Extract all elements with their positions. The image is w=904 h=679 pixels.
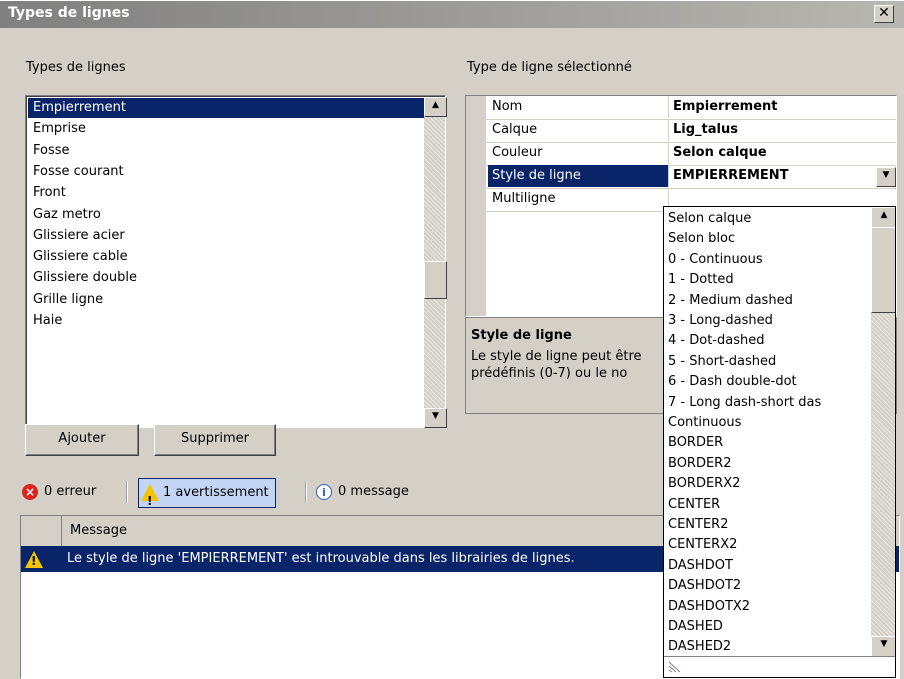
property-row[interactable]: Nom Empierrement	[466, 96, 896, 120]
dropdown-arrow-button[interactable]: ▼	[876, 167, 896, 187]
toolbar-separator	[126, 481, 128, 503]
toolbar-separator	[305, 481, 307, 503]
line-types-label: Types de lignes	[26, 60, 126, 75]
warnings-count: 1 avertissement	[163, 485, 269, 500]
list-item[interactable]: Gaz metro	[28, 205, 425, 225]
info-count: 0 message	[338, 484, 409, 499]
scroll-up-button[interactable]: ▲	[424, 97, 447, 117]
property-name: Style de ligne	[488, 165, 669, 187]
dropdown-scrollbar[interactable]: ▲ ▼	[871, 207, 895, 658]
dropdown-option[interactable]: 3 - Long-dashed	[668, 311, 868, 330]
dropdown-option[interactable]: Selon bloc	[668, 229, 868, 248]
dropdown-option[interactable]: 0 - Continuous	[668, 250, 868, 269]
scroll-down-button[interactable]: ▼	[424, 408, 447, 428]
dropdown-option[interactable]: 4 - Dot-dashed	[668, 331, 868, 350]
description-line-1: Le style de ligne peut être	[471, 349, 642, 364]
dropdown-option[interactable]: DASHDOTX2	[668, 597, 868, 616]
dropdown-option[interactable]: 5 - Short-dashed	[668, 352, 868, 371]
dropdown-option[interactable]: 2 - Medium dashed	[668, 291, 868, 310]
delete-button[interactable]: Supprimer	[154, 424, 276, 456]
scroll-up-button[interactable]: ▲	[871, 207, 895, 229]
property-name: Multiligne	[488, 188, 669, 210]
property-name: Nom	[488, 96, 669, 118]
dropdown-option[interactable]: BORDER	[668, 433, 868, 452]
list-item[interactable]: Glissiere cable	[28, 247, 425, 267]
dropdown-option[interactable]: Continuous	[668, 413, 868, 432]
list-item[interactable]: Emprise	[28, 119, 425, 139]
warning-icon: !	[25, 551, 43, 568]
dropdown-option[interactable]: BORDER2	[668, 454, 868, 473]
line-style-dropdown-list[interactable]: Selon calque Selon bloc 0 - Continuous 1 - …	[663, 206, 896, 678]
dropdown-option[interactable]: DASHED2	[668, 637, 868, 656]
info-filter-button[interactable]: i 0 message	[314, 478, 415, 506]
scroll-thumb[interactable]	[424, 261, 447, 299]
dropdown-option[interactable]: DASHDOT	[668, 556, 868, 575]
description-title: Style de ligne	[471, 328, 572, 343]
list-item[interactable]: Glissiere double	[28, 268, 425, 288]
property-row[interactable]: Style de ligne EMPIERREMENT ▼	[466, 165, 896, 189]
dropdown-option[interactable]: CENTERX2	[668, 535, 868, 554]
dropdown-option[interactable]: CENTER	[668, 495, 868, 514]
scroll-down-button[interactable]: ▼	[871, 636, 895, 658]
warnings-filter-button[interactable]: ! 1 avertissement	[138, 478, 276, 508]
list-item[interactable]: Fosse courant	[28, 162, 425, 182]
close-button[interactable]: ✕	[874, 5, 894, 23]
selected-type-label: Type de ligne sélectionné	[467, 60, 632, 75]
title-bar	[0, 0, 904, 28]
error-icon: ×	[22, 484, 38, 500]
info-icon: i	[316, 484, 332, 500]
dropdown-option[interactable]: DASHDOT2	[668, 576, 868, 595]
list-item[interactable]: Fosse	[28, 141, 425, 161]
property-row[interactable]: Calque Lig_talus	[466, 119, 896, 143]
list-item[interactable]: Grille ligne	[28, 290, 425, 310]
window-title: Types de lignes	[8, 5, 130, 21]
list-item[interactable]: Haie	[28, 311, 425, 331]
line-types-list[interactable]: Empierrement Emprise Fosse Fosse courant Fro…	[25, 95, 447, 428]
dropdown-option[interactable]: 7 - Long dash-short das	[668, 393, 868, 412]
property-row[interactable]: Couleur Selon calque	[466, 142, 896, 166]
list-item[interactable]: Empierrement	[28, 98, 425, 118]
property-value[interactable]: EMPIERREMENT	[670, 165, 899, 187]
errors-filter-button[interactable]: × 0 erreur	[20, 478, 102, 506]
dropdown-option[interactable]: 1 - Dotted	[668, 270, 868, 289]
scroll-thumb[interactable]	[871, 227, 895, 313]
description-line-2: prédéfinis (0-7) ou le no	[471, 366, 628, 381]
resize-grip[interactable]	[664, 656, 895, 677]
list-item[interactable]: Front	[28, 183, 425, 203]
property-value[interactable]: Lig_talus	[670, 119, 899, 141]
warning-icon: !	[141, 484, 159, 508]
resize-grip-icon	[668, 661, 681, 673]
property-value[interactable]: Selon calque	[670, 142, 899, 164]
add-button[interactable]: Ajouter	[25, 424, 139, 456]
dropdown-option[interactable]: DASHED	[668, 617, 868, 636]
dropdown-option[interactable]: BORDERX2	[668, 474, 868, 493]
message-text: Le style de ligne 'EMPIERREMENT' est int…	[67, 551, 575, 566]
property-name: Calque	[488, 119, 669, 141]
dropdown-option[interactable]: 6 - Dash double-dot	[668, 372, 868, 391]
dropdown-option[interactable]: Selon calque	[668, 209, 868, 228]
property-name: Couleur	[488, 142, 669, 164]
errors-count: 0 erreur	[44, 484, 97, 499]
list-scrollbar[interactable]: ▲ ▼	[424, 97, 447, 428]
dropdown-option[interactable]: CENTER2	[668, 515, 868, 534]
list-item[interactable]: Glissiere acier	[28, 226, 425, 246]
property-value[interactable]: Empierrement	[670, 96, 899, 118]
